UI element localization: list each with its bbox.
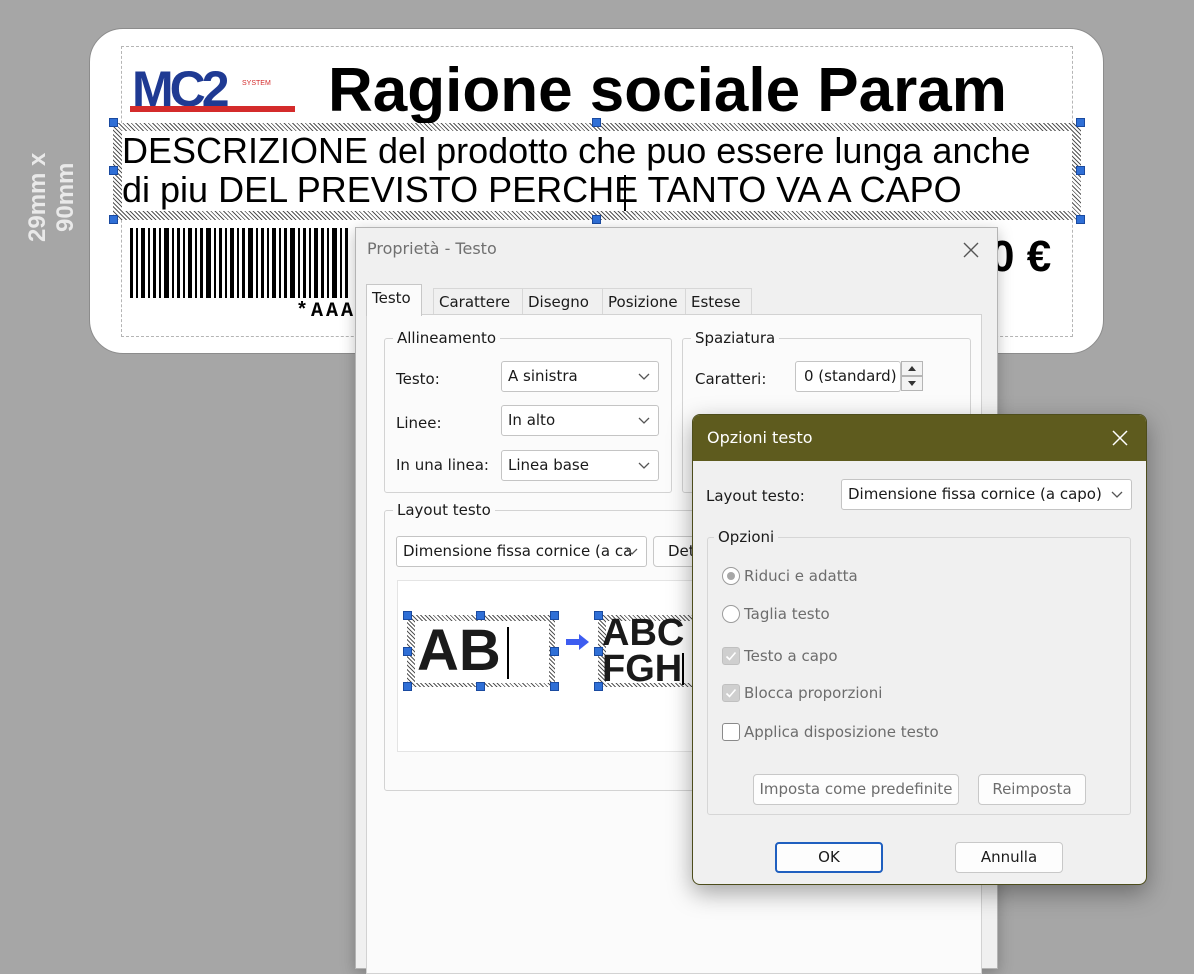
- resize-handle-e[interactable]: [1076, 166, 1085, 175]
- spacing-group-title: Spaziatura: [691, 329, 780, 347]
- tab-estese[interactable]: Estese: [685, 288, 752, 315]
- arrow-right-icon: [566, 634, 589, 650]
- checkmark-icon: [725, 688, 737, 698]
- alignment-group-title: Allineamento: [393, 329, 501, 347]
- options-group-title: Opzioni: [714, 528, 779, 546]
- resize-handle-n[interactable]: [592, 118, 601, 127]
- layout-group-title: Layout testo: [393, 501, 495, 519]
- properties-window-title: Proprietà - Testo: [367, 239, 497, 258]
- single-line-label: In una linea:: [396, 456, 489, 474]
- company-name-text[interactable]: Ragione sociale Param: [328, 56, 1007, 126]
- lock-proportions-label: Blocca proporzioni: [744, 684, 883, 702]
- layout-select[interactable]: Dimensione fissa cornice (a capo): [841, 479, 1132, 510]
- resize-handle-sw[interactable]: [109, 215, 118, 224]
- layout-value: Dimensione fissa cornice (a capo): [848, 485, 1102, 503]
- char-spacing-value: 0 (standard): [804, 367, 897, 385]
- dialog-title: Opzioni testo: [707, 428, 813, 447]
- checkmark-icon: [725, 651, 737, 661]
- chevron-down-icon: [638, 417, 650, 424]
- char-spacing-input[interactable]: 0 (standard): [795, 361, 901, 392]
- layout-label: Layout testo:: [706, 487, 805, 505]
- preview-after-line2: FGH: [602, 648, 683, 690]
- text-align-value: A sinistra: [508, 367, 578, 385]
- layout-value: Dimensione fissa cornice (a ca: [403, 542, 633, 560]
- barcode[interactable]: [128, 228, 353, 298]
- wrap-label: Testo a capo: [744, 647, 838, 665]
- alignment-group: Allineamento Testo: A sinistra Linee: In…: [384, 329, 672, 493]
- layout-select[interactable]: Dimensione fissa cornice (a ca: [396, 536, 647, 567]
- description-text[interactable]: DESCRIZIONE del prodotto che puo essere …: [122, 131, 1072, 211]
- chevron-down-icon: [638, 462, 650, 469]
- shrink-label: Riduci e adatta: [744, 567, 858, 585]
- apply-layout-label: Applica disposizione testo: [744, 723, 939, 741]
- resize-handle-nw[interactable]: [109, 118, 118, 127]
- chevron-down-icon: [638, 373, 650, 380]
- text-options-dialog: Opzioni testo Layout testo: Dimensione f…: [692, 414, 1147, 885]
- logo-subtext: SYSTEM: [242, 80, 271, 87]
- preview-after-line1: ABC: [602, 612, 685, 654]
- lock-proportions-checkbox[interactable]: [722, 684, 740, 702]
- resize-handle-w[interactable]: [109, 166, 118, 175]
- ok-button[interactable]: OK: [775, 842, 883, 873]
- preview-before: AB: [403, 611, 559, 691]
- options-group: Opzioni Riduci e adatta Taglia testo Tes…: [707, 528, 1131, 815]
- chevron-down-icon: [626, 548, 638, 555]
- tab-disegno[interactable]: Disegno: [522, 288, 604, 315]
- shrink-radio[interactable]: [722, 567, 740, 585]
- label-size-indicator: 29mm x 90mm: [24, 152, 79, 242]
- wrap-checkbox[interactable]: [722, 647, 740, 665]
- close-icon[interactable]: [1109, 427, 1131, 449]
- chevron-down-icon: [1111, 491, 1123, 498]
- single-line-select[interactable]: Linea base: [501, 450, 659, 481]
- set-default-button[interactable]: Imposta come predefinite: [753, 774, 959, 805]
- text-align-label: Testo:: [396, 370, 440, 388]
- company-logo[interactable]: MC2 SYSTEM: [130, 62, 298, 114]
- resize-handle-se[interactable]: [1076, 215, 1085, 224]
- reset-button[interactable]: Reimposta: [978, 774, 1086, 805]
- cancel-button[interactable]: Annulla: [955, 842, 1063, 873]
- single-line-value: Linea base: [508, 456, 589, 474]
- lines-select[interactable]: In alto: [501, 405, 659, 436]
- text-align-select[interactable]: A sinistra: [501, 361, 659, 392]
- tab-carattere[interactable]: Carattere: [433, 288, 525, 315]
- cut-radio[interactable]: [722, 605, 740, 623]
- lines-value: In alto: [508, 411, 556, 429]
- resize-handle-s[interactable]: [592, 215, 601, 224]
- tab-testo[interactable]: Testo: [366, 284, 422, 316]
- cut-label: Taglia testo: [744, 605, 830, 623]
- barcode-human-readable: *AAA: [296, 300, 357, 323]
- char-spacing-label: Caratteri:: [695, 370, 767, 388]
- char-spacing-spinner[interactable]: [901, 361, 923, 392]
- close-icon[interactable]: [960, 239, 982, 261]
- resize-handle-ne[interactable]: [1076, 118, 1085, 127]
- price-text[interactable]: 0 €: [990, 232, 1051, 282]
- tab-posizione[interactable]: Posizione: [602, 288, 688, 315]
- lines-label: Linee:: [396, 414, 442, 432]
- preview-before-text: AB: [417, 618, 501, 683]
- apply-layout-checkbox[interactable]: [722, 723, 740, 741]
- text-caret: [624, 175, 626, 211]
